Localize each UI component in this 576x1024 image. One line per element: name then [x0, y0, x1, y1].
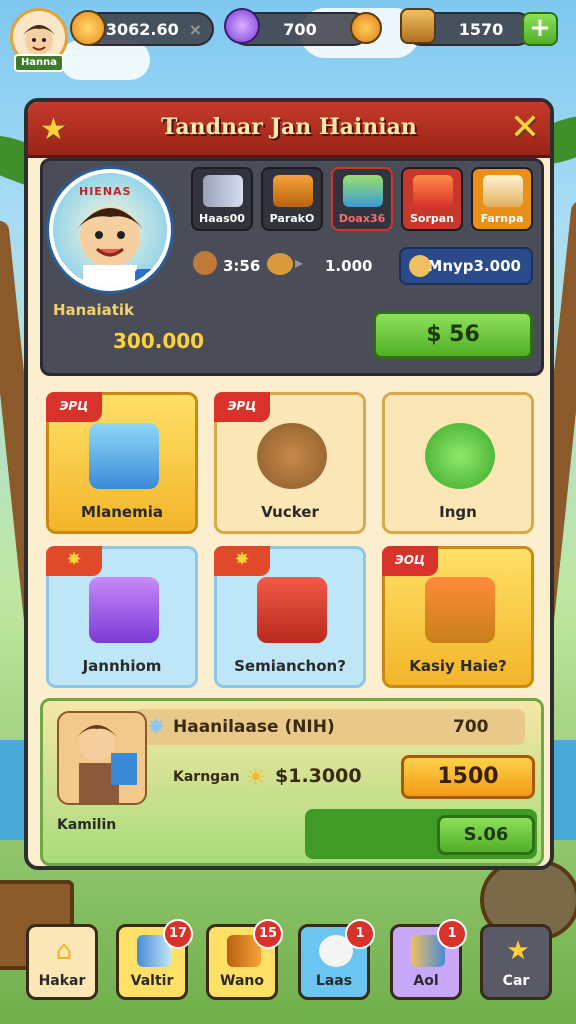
arrow-right-icon: ▸	[295, 253, 304, 272]
nav-scroll[interactable]: Valtir 17	[116, 919, 193, 1000]
nav-pets[interactable]: Laas 1	[298, 919, 375, 1000]
bag-icon	[413, 175, 453, 207]
red-crate-icon	[257, 577, 327, 643]
notification-badge: 1	[437, 919, 467, 949]
cube-icon	[89, 423, 159, 489]
card-name: Mlanemia	[81, 503, 163, 521]
profile-name: Hanaiatik	[53, 301, 135, 319]
nav-label: Aol	[413, 973, 439, 989]
gem-icon	[224, 8, 260, 44]
nav-favorites[interactable]: ★ Car	[480, 924, 552, 1000]
stat-time: 3:56	[223, 257, 261, 275]
shop-card[interactable]: ЭРЦ Vucker	[214, 392, 366, 534]
green-monster-icon	[425, 423, 495, 489]
gift-icon	[483, 175, 523, 207]
sale-ribbon: ЭРЦ	[46, 392, 102, 422]
stat-value: 1.000	[325, 257, 373, 275]
nav-items[interactable]: Aol 1	[390, 919, 467, 1000]
card-name: Vucker	[261, 503, 319, 521]
nav-label: Wano	[220, 973, 264, 989]
bread-icon	[267, 253, 293, 275]
notification-badge: 15	[253, 919, 283, 949]
shop-card[interactable]: ЭРЦ Mlanemia	[46, 392, 198, 534]
star-ribbon: ✸	[46, 546, 102, 576]
shield-icon[interactable]	[350, 12, 382, 44]
profile-avatar-tag: HIENAS	[79, 185, 132, 198]
item-label: ParakO	[269, 212, 315, 225]
merchant-icon	[57, 711, 147, 805]
item-slot[interactable]: Haas00	[191, 167, 253, 231]
main-panel: ★ Tandnar Jan Hainian ✕ HIENAS Big Hanai…	[24, 98, 554, 870]
add-currency-button[interactable]: +	[522, 12, 558, 46]
profile-avatar[interactable]: HIENAS Big	[49, 169, 171, 291]
nav-label: Car	[502, 973, 530, 989]
star-ribbon: ✸	[214, 546, 270, 576]
shop-card[interactable]: ✸ Semianchon?	[214, 546, 366, 688]
nav-label: Valtir	[130, 973, 174, 989]
item-slot[interactable]: Farnpa	[471, 167, 533, 231]
house-icon: ⌂	[55, 936, 73, 966]
offer-cost-label: Karngan	[173, 769, 240, 785]
item-label: Haas00	[199, 212, 245, 225]
close-button[interactable]: ✕	[510, 108, 540, 148]
bear-icon	[257, 423, 327, 489]
profile-level-badge: Big	[135, 269, 167, 287]
profile-section: HIENAS Big Hanaiatik 300.000 Haas00 Para…	[40, 158, 544, 376]
scroll-icon	[203, 175, 243, 207]
card-name: Jannhiom	[82, 657, 162, 675]
offer-title-value: 700	[453, 717, 489, 737]
notification-badge: 17	[163, 919, 193, 949]
sale-ribbon: ЭРЦ	[214, 392, 270, 422]
stat-pill: Mnyp3.000	[399, 247, 533, 285]
star-icon: ★	[40, 112, 67, 147]
cash-icon	[343, 175, 383, 207]
card-name: Semianchon?	[234, 657, 346, 675]
sale-ribbon: ЭОЦ	[382, 546, 438, 576]
plus-icon: +	[529, 13, 551, 43]
panel-title: Tandnar Jan Hainian	[161, 114, 417, 140]
offer-title: Haanilaase (NIH)	[173, 717, 335, 737]
notification-badge: 1	[345, 919, 375, 949]
card-name: Kasiy Haie?	[409, 657, 507, 675]
nav-map[interactable]: Wano 15	[206, 919, 283, 1000]
panel-header: ★ Tandnar Jan Hainian ✕	[28, 102, 550, 158]
nav-label: Hakar	[38, 973, 86, 989]
nav-label: Laas	[315, 973, 353, 989]
stat-pill-value: Mnyp3.000	[427, 257, 521, 275]
pet-icon	[193, 251, 217, 275]
sun-icon: ☀	[245, 763, 267, 791]
coin-icon	[70, 10, 106, 46]
buy-button[interactable]: $ 56	[373, 311, 533, 359]
offer-cost-value: $1.3000	[275, 765, 362, 787]
top-hud: Hanna 3062.60 × 700 1570 +	[0, 8, 576, 72]
veggie-basket-icon	[425, 577, 495, 643]
chest-icon	[273, 175, 313, 207]
nav-home[interactable]: ⌂ Hakar	[26, 924, 98, 1000]
dog-icon	[409, 255, 431, 277]
star-icon: ★	[506, 936, 530, 966]
price-button[interactable]: 1500	[401, 755, 535, 799]
player-avatar-tag: Hanna	[14, 54, 64, 72]
item-label: Doax36	[338, 212, 386, 225]
shop-card[interactable]: ✸ Jannhiom	[46, 546, 198, 688]
claim-button[interactable]: S.06	[437, 815, 535, 855]
item-slot[interactable]: ParakO	[261, 167, 323, 231]
shop-card[interactable]: ЭОЦ Kasiy Haie?	[382, 546, 534, 688]
shop-card[interactable]: Ingn	[382, 392, 534, 534]
item-label: Sorpan	[409, 212, 455, 225]
coin-close-glyph[interactable]: ×	[189, 20, 212, 39]
purple-box-icon	[89, 577, 159, 643]
offer-section: ✸ Haanilaase (NIH) 700 Karngan ☀ $1.3000…	[40, 698, 544, 866]
item-slot[interactable]: Sorpan	[401, 167, 463, 231]
item-slot[interactable]: Doax36	[331, 167, 393, 231]
profile-score: 300.000	[113, 329, 205, 353]
crate-icon	[400, 8, 436, 44]
offer-name: Kamilin	[57, 817, 117, 833]
card-name: Ingn	[439, 503, 477, 521]
gem-star-icon: ✸	[147, 715, 166, 740]
item-label: Farnpa	[480, 212, 524, 225]
